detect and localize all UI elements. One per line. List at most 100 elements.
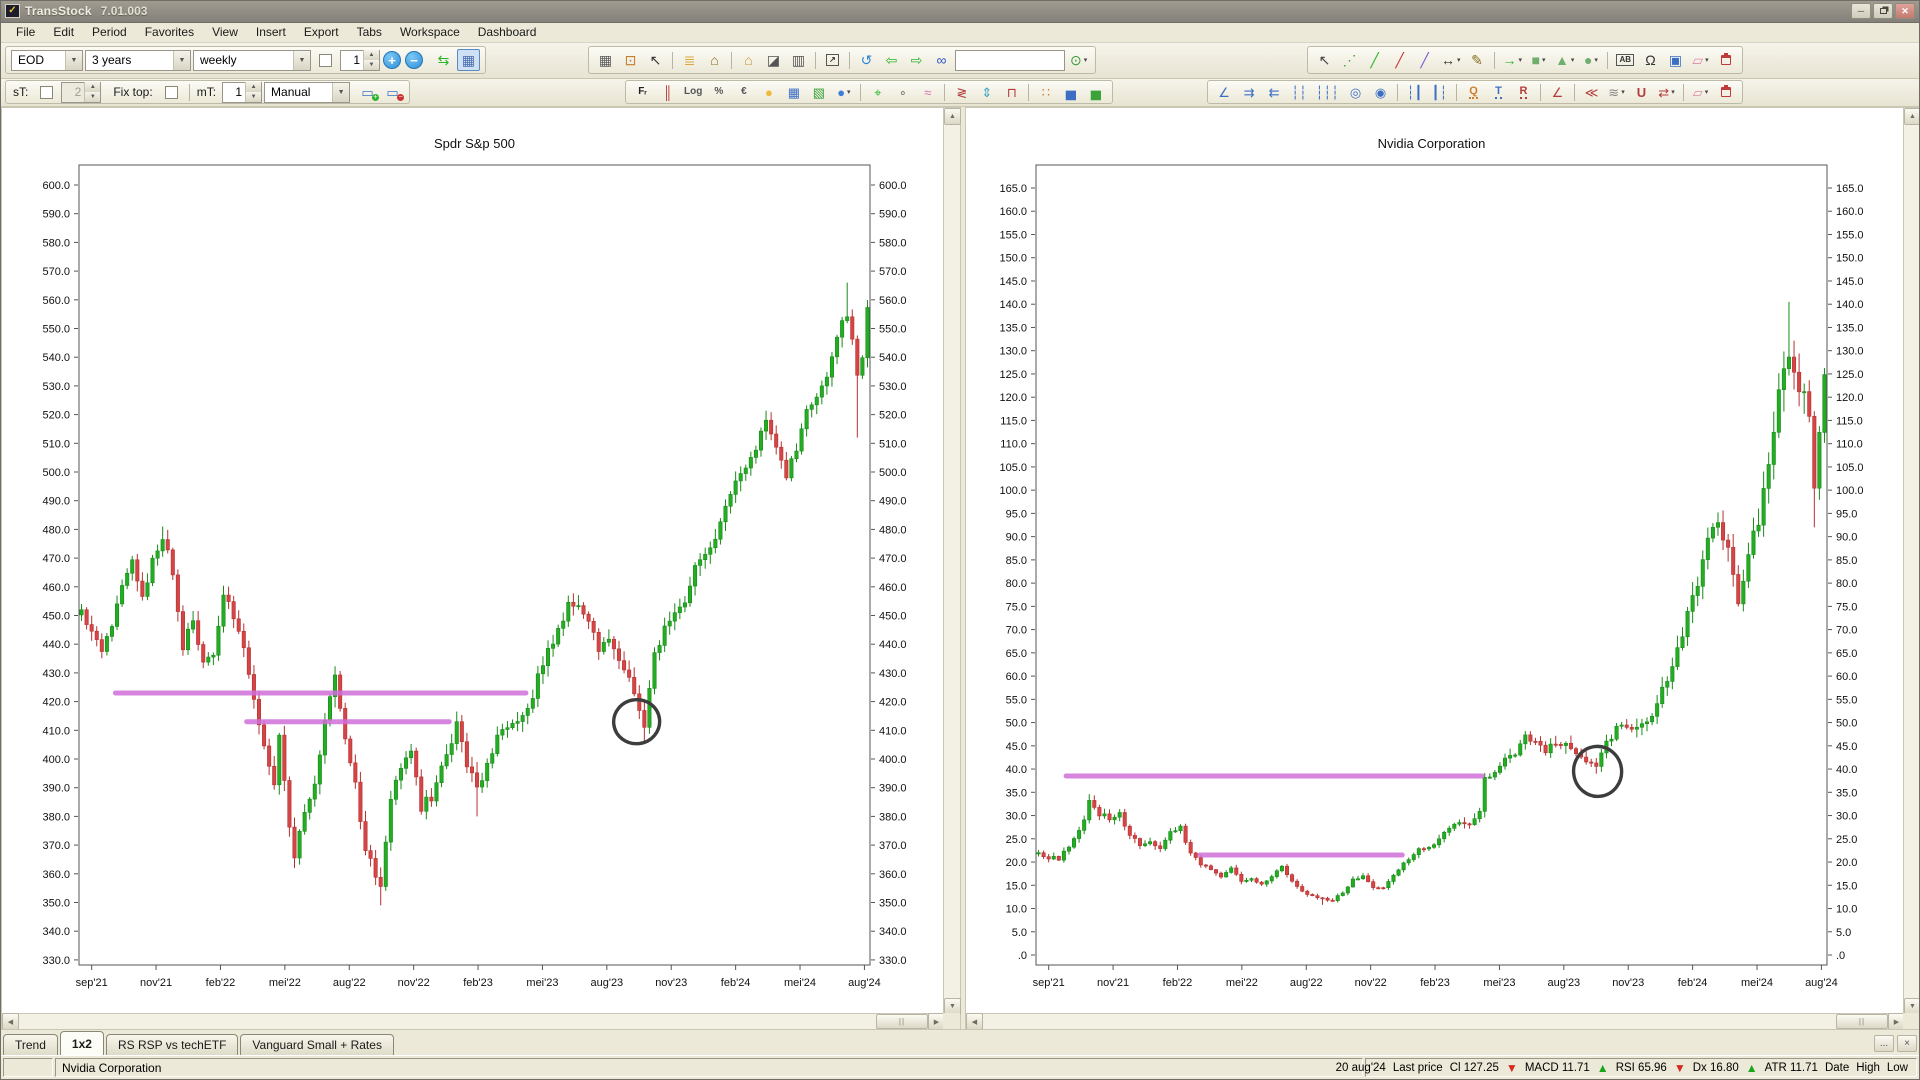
add-bars-icon[interactable]: ▅ bbox=[1084, 82, 1107, 102]
overlay-checkbox[interactable] bbox=[319, 54, 332, 67]
history-clock-icon[interactable]: ⊙▾ bbox=[1067, 49, 1090, 71]
chevron-down-icon[interactable]: ▼ bbox=[173, 51, 190, 70]
chevron-down-icon[interactable]: ▾ bbox=[1457, 57, 1461, 64]
menu-item-file[interactable]: File bbox=[7, 23, 44, 41]
stepper-up-icon[interactable]: ▲ bbox=[364, 50, 379, 60]
scroll-up-icon[interactable]: ▲ bbox=[944, 108, 961, 125]
stepper-up-icon[interactable]: ▲ bbox=[246, 82, 261, 92]
portfolio-icon[interactable]: ◪ bbox=[762, 49, 785, 71]
archive-icon[interactable]: ▥ bbox=[787, 49, 810, 71]
select-pointer-icon[interactable]: ↖ bbox=[1313, 49, 1336, 71]
axis-cursor-icon[interactable]: ⇕ bbox=[975, 82, 998, 102]
menu-item-workspace[interactable]: Workspace bbox=[391, 23, 469, 41]
currency-scale-icon[interactable]: € bbox=[732, 82, 755, 102]
menu-item-dashboard[interactable]: Dashboard bbox=[469, 23, 546, 41]
chevron-down-icon[interactable]: ▾ bbox=[1571, 57, 1575, 64]
remove-window-icon[interactable]: ▭− bbox=[381, 82, 404, 102]
eraser-icon[interactable]: ▱▾ bbox=[1689, 82, 1712, 102]
volume-bars-icon[interactable]: ▅ bbox=[1059, 82, 1082, 102]
tab-rs-rsp-vs-techetf[interactable]: RS RSP vs techETF bbox=[106, 1034, 238, 1055]
candlestick-style-icon[interactable]: ║ bbox=[656, 82, 679, 102]
remove-chart-button[interactable]: − bbox=[405, 51, 423, 69]
scrollbar-thumb[interactable]: || bbox=[1836, 1014, 1888, 1029]
export-window-icon[interactable]: ↗ bbox=[821, 49, 844, 71]
data-table-icon[interactable]: ▦ bbox=[782, 82, 805, 102]
chevron-down-icon[interactable]: ▾ bbox=[1705, 89, 1709, 96]
chevron-down-icon[interactable]: ▼ bbox=[65, 51, 82, 70]
world-markets-icon[interactable]: ●▾ bbox=[832, 82, 855, 102]
tab-vanguard-small-rates[interactable]: Vanguard Small + Rates bbox=[240, 1034, 394, 1055]
trendline-points-icon[interactable]: ⋰ bbox=[1338, 49, 1361, 71]
pointer-mode-icon[interactable]: ↖ bbox=[644, 49, 667, 71]
tab-1x2[interactable]: 1x2 bbox=[60, 1031, 104, 1055]
delete-trash-icon[interactable] bbox=[1714, 49, 1737, 71]
symbol-omega-icon[interactable]: Ω bbox=[1639, 49, 1662, 71]
circle-annotation[interactable] bbox=[611, 697, 662, 746]
quarter-lines-icon[interactable]: Q bbox=[1462, 82, 1485, 102]
menu-item-period[interactable]: Period bbox=[83, 23, 136, 41]
mode-select[interactable]: Manual ▼ bbox=[264, 82, 350, 103]
chevron-down-icon[interactable]: ▾ bbox=[1084, 57, 1088, 64]
curve-fit-icon[interactable]: ≈ bbox=[916, 82, 939, 102]
time-lines-icon[interactable]: T bbox=[1487, 82, 1510, 102]
chevron-down-icon[interactable]: ▾ bbox=[1671, 89, 1675, 96]
vertical-scrollbar[interactable]: ▲ ▼ bbox=[1903, 108, 1920, 1015]
pitchfork-icon[interactable]: U bbox=[1630, 82, 1653, 102]
menu-item-edit[interactable]: Edit bbox=[44, 23, 83, 41]
menu-item-favorites[interactable]: Favorites bbox=[136, 23, 203, 41]
curve-set-icon[interactable]: ≋▾ bbox=[1605, 82, 1628, 102]
chevron-down-icon[interactable]: ▾ bbox=[1705, 57, 1709, 64]
add-chart-button[interactable]: + bbox=[383, 51, 401, 69]
extend-left-icon[interactable]: ⇇ bbox=[1263, 82, 1286, 102]
text-label-icon[interactable]: AB bbox=[1613, 49, 1637, 71]
chevron-down-icon[interactable]: ▾ bbox=[1621, 89, 1625, 96]
st-checkbox[interactable] bbox=[40, 86, 53, 99]
menu-item-insert[interactable]: Insert bbox=[247, 23, 295, 41]
tab-more-button[interactable]: ... bbox=[1874, 1035, 1894, 1052]
minimize-button[interactable]: ─ bbox=[1851, 3, 1871, 19]
screen-select-icon[interactable]: ⊡ bbox=[619, 49, 642, 71]
concentric-circles-icon[interactable]: ◎ bbox=[1344, 82, 1367, 102]
tab-close-button[interactable]: × bbox=[1897, 1035, 1917, 1052]
delete-trash-icon[interactable] bbox=[1714, 82, 1737, 102]
trendline-purple-icon[interactable]: ╱ bbox=[1413, 49, 1436, 71]
chevron-down-icon[interactable]: ▾ bbox=[1519, 57, 1523, 64]
arrow-shape-icon[interactable]: →▾ bbox=[1500, 49, 1526, 71]
speed-angle-icon[interactable]: ∠ bbox=[1546, 82, 1569, 102]
fan-lines-icon[interactable]: ≪ bbox=[1580, 82, 1603, 102]
extend-right-icon[interactable]: ⇉ bbox=[1238, 82, 1261, 102]
circle-shape-icon[interactable]: ●▾ bbox=[1579, 49, 1602, 71]
chevron-down-icon[interactable]: ▼ bbox=[332, 83, 349, 102]
feed-select[interactable]: EOD ▼ bbox=[11, 50, 83, 71]
price-chart-spx[interactable]: Spdr S&p 500600.0600.0590.0590.0580.0580… bbox=[2, 108, 945, 1015]
log-scale-icon[interactable]: Log bbox=[681, 82, 705, 102]
menu-item-export[interactable]: Export bbox=[295, 23, 348, 41]
forward-icon[interactable]: ⇨ bbox=[905, 49, 928, 71]
symbol-search-input[interactable] bbox=[955, 50, 1065, 71]
chevron-down-icon[interactable]: ▼ bbox=[293, 51, 310, 70]
close-button[interactable]: ✕ bbox=[1895, 3, 1915, 19]
back-icon[interactable]: ⇦ bbox=[880, 49, 903, 71]
menu-item-view[interactable]: View bbox=[203, 23, 247, 41]
fix-top-checkbox[interactable] bbox=[165, 86, 178, 99]
zigzag-icon[interactable]: ≷ bbox=[950, 82, 973, 102]
add-window-icon[interactable]: ▭+ bbox=[356, 82, 379, 102]
price-levels-icon[interactable]: ≣ bbox=[678, 49, 701, 71]
tab-trend[interactable]: Trend bbox=[3, 1034, 58, 1055]
stepper-down-icon[interactable]: ▼ bbox=[246, 92, 261, 102]
dashboard-grid-icon[interactable]: ▦ bbox=[594, 49, 617, 71]
compress-arrows-icon[interactable]: ⇆ bbox=[432, 49, 455, 71]
range-select[interactable]: 3 years ▼ bbox=[85, 50, 191, 71]
horizontal-scrollbar[interactable]: ◀ || ▶ bbox=[2, 1013, 945, 1030]
freehand-pen-icon[interactable]: ✎ bbox=[1466, 49, 1489, 71]
gann-angles-icon[interactable]: ∠ bbox=[1213, 82, 1236, 102]
clone-layers-icon[interactable]: ▣ bbox=[1664, 49, 1687, 71]
vertical-zones-alt-icon[interactable]: ┃┆ bbox=[1428, 82, 1451, 102]
scroll-up-icon[interactable]: ▲ bbox=[1904, 108, 1920, 125]
performance-chart-icon[interactable]: ▧ bbox=[807, 82, 830, 102]
mt-count-stepper[interactable]: 1 ▲▼ bbox=[222, 82, 262, 103]
menu-item-tabs[interactable]: Tabs bbox=[348, 23, 391, 41]
chevron-down-icon[interactable]: ▾ bbox=[847, 89, 851, 96]
trendline-green-icon[interactable]: ╱ bbox=[1363, 49, 1386, 71]
heatmap-icon[interactable]: ∷ bbox=[1034, 82, 1057, 102]
